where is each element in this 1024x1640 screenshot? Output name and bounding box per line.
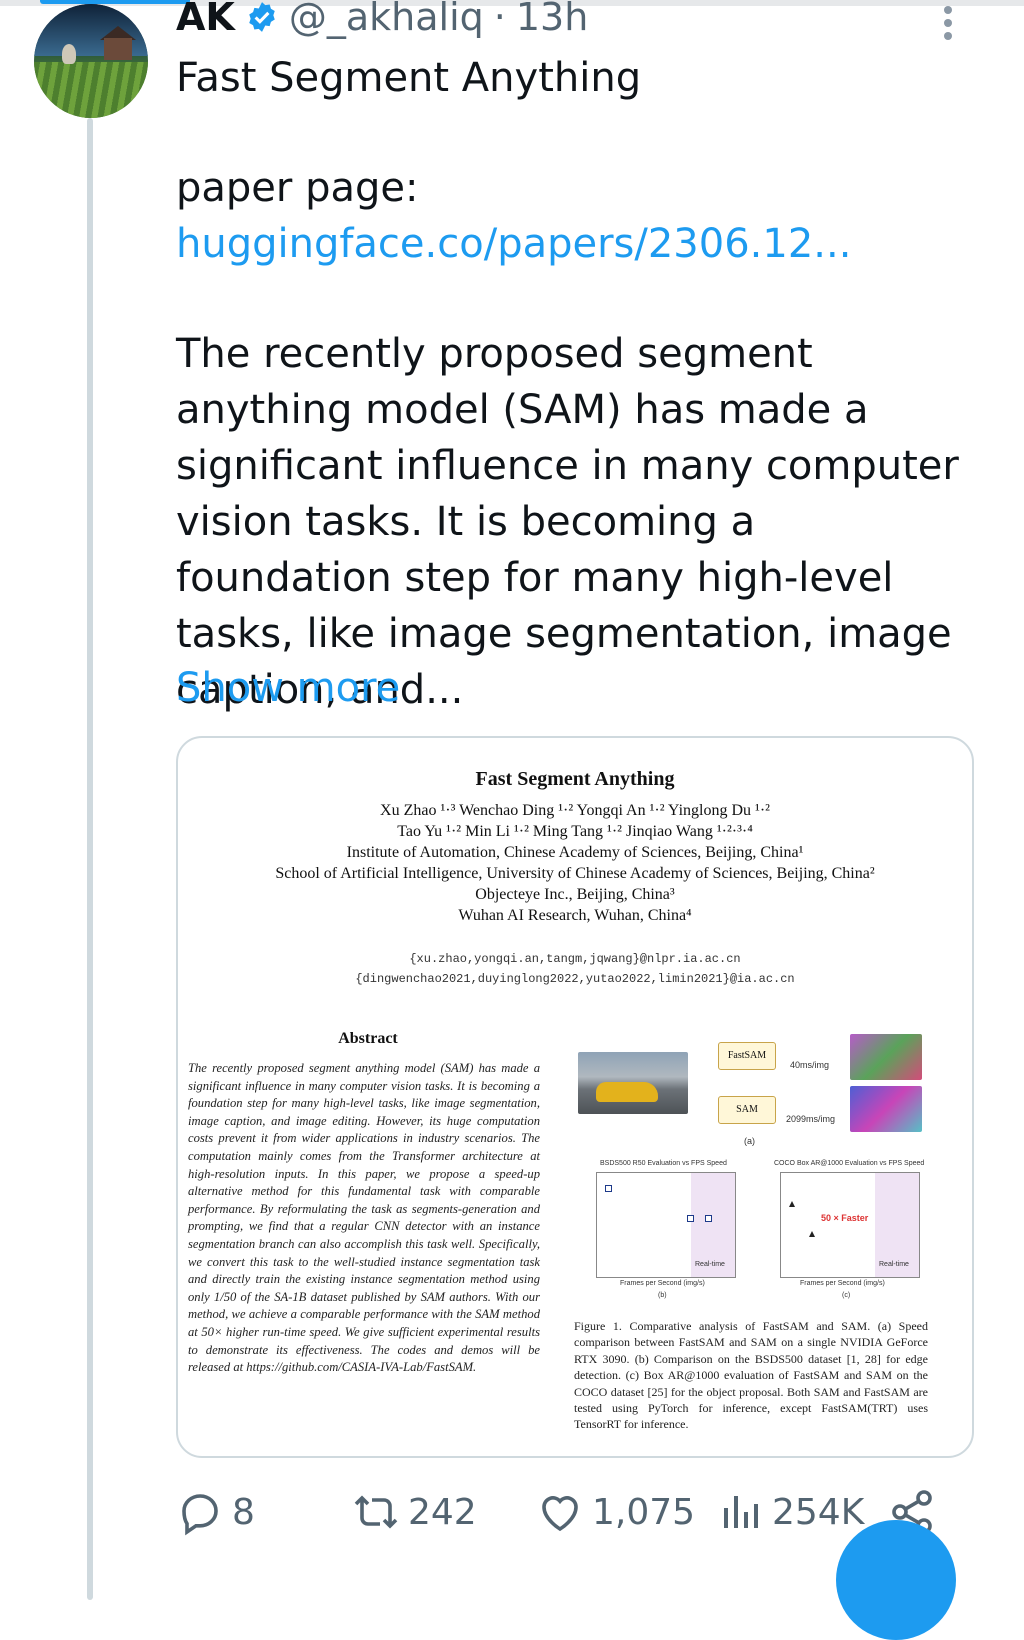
thread-connector-line <box>87 118 93 1600</box>
panel-b-realtime: Real-time <box>695 1261 725 1268</box>
views-button[interactable]: 254K <box>716 1484 864 1540</box>
sam-point <box>605 1185 612 1192</box>
fastsam-point <box>687 1215 694 1222</box>
panel-c-xlabel: Frames per Second (img/s) <box>800 1280 885 1287</box>
figure-panel-c: COCO Box AR@1000 Evaluation vs FPS Speed… <box>758 1158 924 1308</box>
views-icon <box>724 1496 758 1528</box>
show-more-link[interactable]: Show more <box>176 660 976 716</box>
abstract-text: The recently proposed segment anything m… <box>188 1061 540 1375</box>
avatar[interactable] <box>34 4 148 118</box>
panel-b-label: (b) <box>658 1292 667 1299</box>
verified-badge-icon <box>249 2 275 32</box>
paper-email-2: {dingwenchao2021,duyinglong2022,yutao202… <box>355 972 795 986</box>
fastsam-triangle <box>809 1231 815 1237</box>
paper-authors-2: Tao Yu ¹·² Min Li ¹·² Ming Tang ¹·² Jinq… <box>397 823 753 840</box>
fastsam-result-photo <box>850 1034 922 1080</box>
faster-annotation: 50 × Faster <box>821 1213 869 1223</box>
repost-button[interactable]: 242 <box>352 1484 477 1540</box>
panel-b-plot: Real-time <box>596 1172 736 1278</box>
paper-screenshot: Fast Segment Anything Xu Zhao ¹·³ Wencha… <box>178 738 972 1456</box>
panel-b-title: BSDS500 R50 Evaluation vs FPS Speed <box>600 1160 727 1167</box>
paper-affiliation-4: Wuhan AI Research, Wuhan, China⁴ <box>458 907 692 924</box>
action-bar: 8 242 1,075 254K <box>176 1484 976 1540</box>
compose-button[interactable] <box>836 1520 956 1640</box>
panel-c-title: COCO Box AR@1000 Evaluation vs FPS Speed <box>774 1160 925 1167</box>
panel-a-label: (a) <box>744 1136 755 1146</box>
reply-icon <box>182 1494 218 1536</box>
paper-affiliation-3: Objecteye Inc., Beijing, China³ <box>475 886 675 903</box>
paper-link[interactable]: huggingface.co/papers/2306.12... <box>176 221 851 267</box>
more-options-icon[interactable] <box>940 6 956 40</box>
figure-panel-a: FastSAM SAM 40ms/img 2099ms/img (a) <box>578 1034 928 1150</box>
post-time[interactable]: 13h <box>516 0 588 39</box>
author-handle[interactable]: @_akhaliq <box>289 0 484 39</box>
sam-triangle <box>789 1201 795 1207</box>
fastsam-time: 40ms/img <box>790 1060 830 1070</box>
input-photo <box>578 1052 688 1114</box>
paper-page-prefix: paper page: <box>176 165 419 211</box>
panel-c-realtime: Real-time <box>879 1261 909 1268</box>
paper-title: Fast Segment Anything <box>475 768 675 790</box>
figure-caption: Figure 1. Comparative analysis of FastSA… <box>574 1319 928 1432</box>
panel-c-plot: 50 × Faster Real-time <box>780 1172 920 1278</box>
author-name[interactable]: AK <box>176 0 235 39</box>
paper-affiliation-1: Institute of Automation, Chinese Academy… <box>346 844 804 861</box>
post-title: Fast Segment Anything <box>176 55 642 101</box>
view-count: 254K <box>772 1491 865 1533</box>
paper-affiliation-2: School of Artificial Intelligence, Unive… <box>275 865 875 882</box>
repost-icon <box>354 1495 398 1529</box>
fastsam-box: FastSAM <box>718 1042 776 1070</box>
sam-result-photo <box>850 1086 922 1132</box>
paper-email-1: {xu.zhao,yongqi.an,tangm,jqwang}@nlpr.ia… <box>409 952 741 966</box>
media-card[interactable]: Fast Segment Anything Xu Zhao ¹·³ Wencha… <box>176 736 974 1458</box>
post-header: AK @_akhaliq · 13h <box>176 0 588 42</box>
paper-page-line: paper page: huggingface.co/papers/2306.1… <box>176 160 976 272</box>
sam-box: SAM <box>718 1096 776 1124</box>
fastsam-trt-point <box>705 1215 712 1222</box>
paper-authors-1: Xu Zhao ¹·³ Wenchao Ding ¹·² Yongqi An ¹… <box>380 802 770 819</box>
like-count: 1,075 <box>592 1491 696 1533</box>
reply-count: 8 <box>232 1491 255 1533</box>
separator: · <box>493 0 506 39</box>
panel-b-xlabel: Frames per Second (img/s) <box>620 1280 705 1287</box>
figure-panel-b: BSDS500 R50 Evaluation vs FPS Speed Real… <box>574 1158 740 1308</box>
abstract-heading: Abstract <box>338 1030 398 1047</box>
reply-button[interactable]: 8 <box>176 1484 255 1540</box>
sam-time: 2099ms/img <box>786 1114 836 1124</box>
like-button[interactable]: 1,075 <box>536 1484 695 1540</box>
repost-count: 242 <box>408 1491 477 1533</box>
panel-c-label: (c) <box>842 1292 851 1299</box>
heart-icon <box>542 1496 578 1532</box>
